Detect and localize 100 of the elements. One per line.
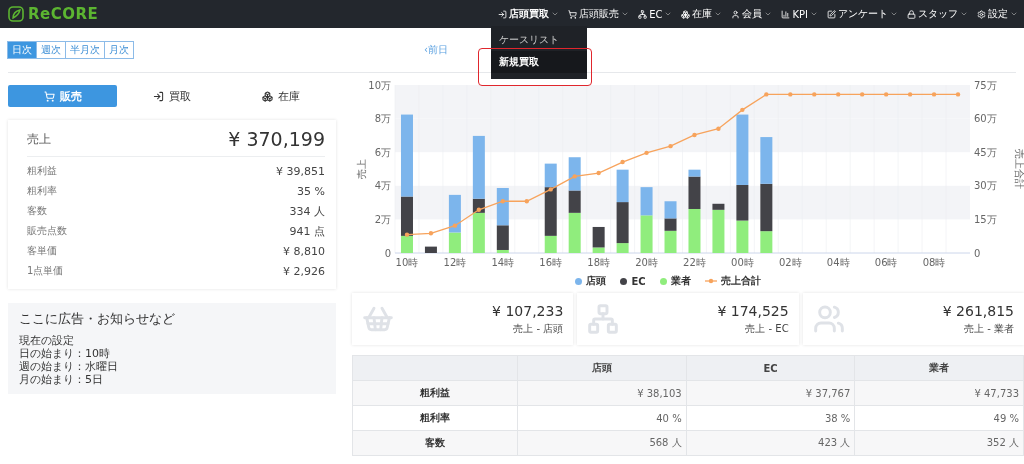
boxes-icon <box>262 90 274 102</box>
axis-label: 15万 <box>974 213 997 225</box>
axis-title: 売上 <box>356 159 367 179</box>
chevron-down-icon <box>764 10 773 18</box>
chart-bar <box>616 169 629 203</box>
row-label: 客数 <box>352 430 518 456</box>
axis-label: 45万 <box>974 146 997 158</box>
chevron-down-icon <box>960 10 968 18</box>
edit-icon <box>827 9 836 19</box>
period-tab[interactable]: 月次 <box>104 41 134 59</box>
legend-dot-icon <box>620 277 628 285</box>
legend-item[interactable]: 店頭 <box>575 274 607 288</box>
lock-icon <box>907 9 916 19</box>
axis-label: 75万 <box>974 79 997 91</box>
table-header: EC <box>686 355 855 381</box>
metric-value: ¥ 39,851 <box>276 164 325 178</box>
mode-tab[interactable]: 買取 <box>117 85 227 107</box>
chevron-down-icon <box>810 10 818 18</box>
table-cell: ¥ 47,733 <box>854 380 1024 406</box>
metric-value: 334 人 <box>289 203 325 219</box>
chart-bar <box>640 215 653 253</box>
setting-text: 月の始まり：5日 <box>19 373 104 386</box>
table-cell: 49 % <box>854 405 1024 431</box>
period-tab[interactable]: 週次 <box>36 41 66 59</box>
sitemap-icon <box>638 9 648 19</box>
nav-menu-item[interactable]: アンケート <box>827 7 898 21</box>
nav-menu-item[interactable]: 設定 <box>977 7 1018 21</box>
setting-text: 日の始まり：10時 <box>19 347 111 360</box>
metric-label: 粗利率 <box>27 184 57 198</box>
legend-dot-icon <box>575 277 583 285</box>
chart-bar <box>688 209 701 253</box>
legend-item[interactable]: 業者 <box>659 274 691 288</box>
mode-tab[interactable]: 在庫 <box>226 85 336 107</box>
axis-label: 00時 <box>731 257 754 268</box>
axis-label: 04時 <box>826 257 850 268</box>
setting-text: 現在の設定 <box>19 334 75 347</box>
chart-bar <box>760 137 773 184</box>
metric-value: 35 % <box>297 184 325 198</box>
axis-label: 18時 <box>587 257 610 268</box>
nav-menu-item[interactable]: KPI <box>781 8 818 20</box>
chart-bar <box>424 246 437 253</box>
legend-item[interactable]: EC <box>620 275 646 287</box>
sales-amount: ¥ 107,233 <box>492 302 564 319</box>
table-cell: 423 人 <box>686 430 855 456</box>
nav-menu-item[interactable]: 在庫 <box>681 7 723 21</box>
sales-amount: ¥ 174,525 <box>717 302 789 319</box>
row-label: 粗利率 <box>352 405 518 431</box>
metric-value: 941 点 <box>289 223 325 239</box>
logo-text: ReCORE <box>28 5 99 23</box>
table-cell: 352 人 <box>854 430 1024 456</box>
axis-label: 4万 <box>374 180 391 192</box>
sales-amount: ¥ 261,815 <box>942 302 1014 319</box>
chart-bar <box>736 220 749 253</box>
metric-label: 客数 <box>27 204 47 218</box>
chevron-down-icon <box>1010 10 1018 18</box>
legend-item[interactable]: 売上合計 <box>704 274 761 288</box>
chevron-down-icon <box>551 10 560 18</box>
axis-label: 16時 <box>539 257 563 268</box>
settings-icon <box>977 9 986 19</box>
user-icon <box>731 9 741 19</box>
axis-label: 0 <box>384 247 391 259</box>
leaf-logo-icon <box>8 6 24 22</box>
axis-label: 60万 <box>974 113 997 125</box>
legend-line-icon <box>704 278 717 284</box>
sales-label: 売上 - EC <box>745 321 789 336</box>
metric-label: 1点単価 <box>27 264 64 278</box>
metric-label: 販売点数 <box>27 224 67 238</box>
period-tab[interactable]: 半月次 <box>65 41 105 59</box>
chevron-down-icon <box>621 10 630 18</box>
axis-label: 10時 <box>395 257 419 268</box>
nav-menu-item[interactable]: 会員 <box>731 7 773 21</box>
nav-menu-item[interactable]: 店頭販売 <box>568 7 630 21</box>
sign-in-icon <box>498 9 508 19</box>
axis-label: 02時 <box>778 257 802 268</box>
axis-label: 20時 <box>635 257 658 268</box>
chevron-down-icon <box>714 10 723 18</box>
boxes-icon <box>681 9 691 19</box>
sign-in-icon <box>153 90 164 102</box>
bar-chart-icon <box>781 9 791 19</box>
notice-text: ここに広告・お知らせなど <box>19 311 176 326</box>
dropdown-item[interactable]: ケースリスト <box>491 29 588 51</box>
axis-label: 06時 <box>874 257 898 268</box>
nav-menu-item[interactable]: EC <box>638 8 673 20</box>
setting-text: 週の始まり：水曜日 <box>19 360 119 373</box>
legend-dot-icon <box>659 277 667 285</box>
table-header: 店頭 <box>517 355 687 381</box>
users-icon <box>812 303 845 335</box>
summary-title: 売上 <box>27 130 51 148</box>
table-cell: 40 % <box>517 405 687 431</box>
cart-icon <box>43 90 55 102</box>
chevron-down-icon <box>890 10 898 18</box>
nav-menu-item[interactable]: スタッフ <box>907 7 968 21</box>
axis-title: 売上合計 <box>1014 149 1024 189</box>
axis-label: 22時 <box>683 257 706 268</box>
cart-icon <box>568 9 578 19</box>
row-label: 粗利益 <box>352 380 518 406</box>
axis-label: 8万 <box>374 113 391 125</box>
dropdown-item[interactable]: 新規買取 <box>491 51 588 73</box>
axis-label: 0 <box>974 247 981 259</box>
table-cell: ¥ 37,767 <box>686 380 855 406</box>
